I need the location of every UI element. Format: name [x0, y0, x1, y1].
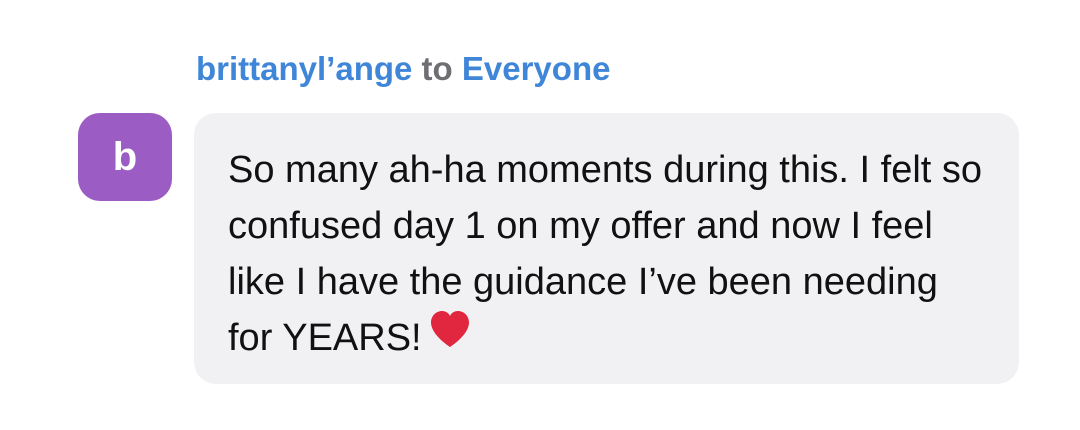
avatar[interactable]: b [78, 113, 172, 201]
sender-name[interactable]: brittanyl’ange [196, 50, 412, 87]
avatar-letter: b [112, 135, 138, 179]
heart-icon [428, 309, 472, 365]
message-bubble: So many ah-ha moments during this. I fel… [194, 113, 1019, 384]
message-text: So many ah-ha moments during this. I fel… [228, 149, 983, 359]
message-body: So many ah-ha moments during this. I fel… [228, 142, 989, 366]
chat-message: brittanyl’ange to Everyone b So many ah-… [0, 0, 1080, 430]
to-label: to [421, 50, 453, 87]
recipient-name[interactable]: Everyone [462, 50, 611, 87]
message-header: brittanyl’ange to Everyone [196, 49, 610, 89]
